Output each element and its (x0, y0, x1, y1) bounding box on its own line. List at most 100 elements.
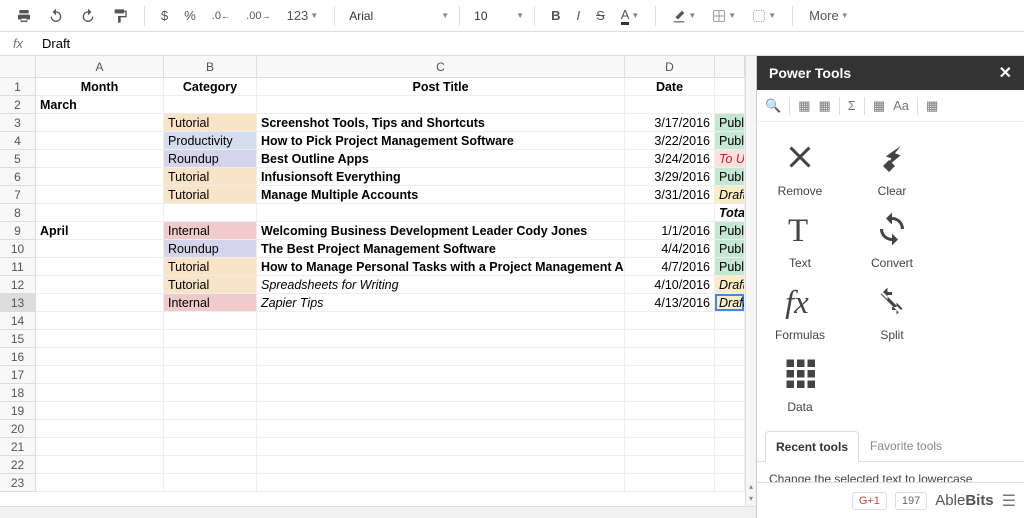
print-icon[interactable] (10, 4, 38, 28)
remove-dup-icon[interactable]: ▦ (818, 98, 830, 114)
cell-status[interactable] (715, 384, 745, 402)
cell-category[interactable] (164, 96, 257, 114)
cell-date[interactable] (625, 474, 715, 492)
cell-status[interactable]: Tota (715, 204, 745, 222)
cell-month[interactable] (36, 186, 164, 204)
scroll-up-icon[interactable]: ▴ (746, 482, 756, 494)
more-button[interactable]: More▼ (803, 4, 855, 27)
cell-month[interactable] (36, 438, 164, 456)
cell-category[interactable]: Internal (164, 222, 257, 240)
cell-status[interactable]: Draft (715, 294, 745, 312)
cell-post-title[interactable] (257, 348, 625, 366)
cell-category[interactable] (164, 384, 257, 402)
recent-tool-item[interactable]: Change the selected text to lowercase (757, 462, 1024, 482)
cell-post-title[interactable]: Best Outline Apps (257, 150, 625, 168)
cell-date[interactable]: 3/31/2016 (625, 186, 715, 204)
cell-date[interactable]: 4/7/2016 (625, 258, 715, 276)
close-icon[interactable]: ✕ (999, 63, 1012, 83)
cell-category[interactable]: Tutorial (164, 114, 257, 132)
cell-date[interactable]: 3/29/2016 (625, 168, 715, 186)
header-cell-category[interactable]: Category (164, 78, 257, 96)
cell-date[interactable] (625, 402, 715, 420)
cell-category[interactable]: Roundup (164, 150, 257, 168)
row-header[interactable]: 6 (0, 168, 36, 186)
col-header-b[interactable]: B (164, 56, 257, 78)
row-header[interactable]: 10 (0, 240, 36, 258)
cell-post-title[interactable]: The Best Project Management Software (257, 240, 625, 258)
row-header[interactable]: 11 (0, 258, 36, 276)
cell-status[interactable]: Publ (715, 132, 745, 150)
cell-month[interactable] (36, 420, 164, 438)
tool-data[interactable]: Data (769, 354, 831, 414)
cell-month[interactable] (36, 384, 164, 402)
cell-post-title[interactable]: Infusionsoft Everything (257, 168, 625, 186)
row-header[interactable]: 23 (0, 474, 36, 492)
font-family-select[interactable] (345, 7, 435, 25)
cell-post-title[interactable]: How to Manage Personal Tasks with a Proj… (257, 258, 625, 276)
row-header[interactable]: 16 (0, 348, 36, 366)
cell-status[interactable]: Publ (715, 168, 745, 186)
cell-post-title[interactable]: Welcoming Business Development Leader Co… (257, 222, 625, 240)
cell-post-title[interactable]: Screenshot Tools, Tips and Shortcuts (257, 114, 625, 132)
text-color-icon[interactable]: A▼ (615, 3, 646, 29)
cell-month[interactable] (36, 348, 164, 366)
cell-month[interactable]: April (36, 222, 164, 240)
cell-post-title[interactable]: How to Pick Project Management Software (257, 132, 625, 150)
cell-status[interactable] (715, 438, 745, 456)
header-cell-month[interactable]: Month (36, 78, 164, 96)
cell-date[interactable] (625, 348, 715, 366)
percent-icon[interactable]: % (178, 4, 202, 27)
cell-post-title[interactable] (257, 330, 625, 348)
cell-category[interactable] (164, 474, 257, 492)
cell-post-title[interactable] (257, 312, 625, 330)
cell-month[interactable] (36, 294, 164, 312)
cell-post-title[interactable] (257, 456, 625, 474)
cell-category[interactable] (164, 402, 257, 420)
cell-category[interactable]: Tutorial (164, 186, 257, 204)
cell[interactable] (715, 78, 745, 96)
cell-date[interactable] (625, 366, 715, 384)
cell-date[interactable]: 3/17/2016 (625, 114, 715, 132)
dedupe-icon[interactable]: ▦ (798, 98, 810, 114)
cell-date[interactable] (625, 312, 715, 330)
number-format-button[interactable]: 123▼ (281, 4, 325, 27)
header-cell-date[interactable]: Date (625, 78, 715, 96)
cell-date[interactable]: 4/4/2016 (625, 240, 715, 258)
row-header[interactable]: 17 (0, 366, 36, 384)
cell-month[interactable] (36, 150, 164, 168)
col-header-c[interactable]: C (257, 56, 625, 78)
sigma-icon[interactable]: Σ (848, 98, 856, 113)
cell-status[interactable]: Publ (715, 222, 745, 240)
cell-category[interactable] (164, 330, 257, 348)
cell-post-title[interactable] (257, 96, 625, 114)
cell-date[interactable] (625, 96, 715, 114)
menu-icon[interactable]: ☰ (1002, 491, 1016, 511)
cell-category[interactable] (164, 204, 257, 222)
tab-favorite-tools[interactable]: Favorite tools (859, 430, 953, 461)
cell-date[interactable]: 4/13/2016 (625, 294, 715, 312)
tool-split[interactable]: Split (861, 282, 923, 342)
cell-post-title[interactable]: Zapier Tips (257, 294, 625, 312)
cell-status[interactable]: To U (715, 150, 745, 168)
tool-convert[interactable]: Convert (861, 210, 923, 270)
cell-month[interactable] (36, 240, 164, 258)
cell-category[interactable] (164, 366, 257, 384)
tool-remove[interactable]: Remove (769, 138, 831, 198)
cell-status[interactable] (715, 402, 745, 420)
row-header[interactable]: 21 (0, 438, 36, 456)
row-header[interactable]: 5 (0, 150, 36, 168)
header-cell-post-title[interactable]: Post Title (257, 78, 625, 96)
row-header[interactable]: 9 (0, 222, 36, 240)
cell-status[interactable] (715, 96, 745, 114)
cell-category[interactable] (164, 456, 257, 474)
row-header[interactable]: 18 (0, 384, 36, 402)
vertical-scrollbar[interactable]: ▴ ▾ (745, 56, 756, 506)
tab-recent-tools[interactable]: Recent tools (765, 431, 859, 462)
cell-post-title[interactable] (257, 366, 625, 384)
row-header[interactable]: 15 (0, 330, 36, 348)
font-size-select[interactable] (470, 7, 510, 25)
bold-icon[interactable]: B (545, 4, 566, 27)
cell-month[interactable] (36, 204, 164, 222)
cell-category[interactable] (164, 420, 257, 438)
cell-status[interactable] (715, 348, 745, 366)
